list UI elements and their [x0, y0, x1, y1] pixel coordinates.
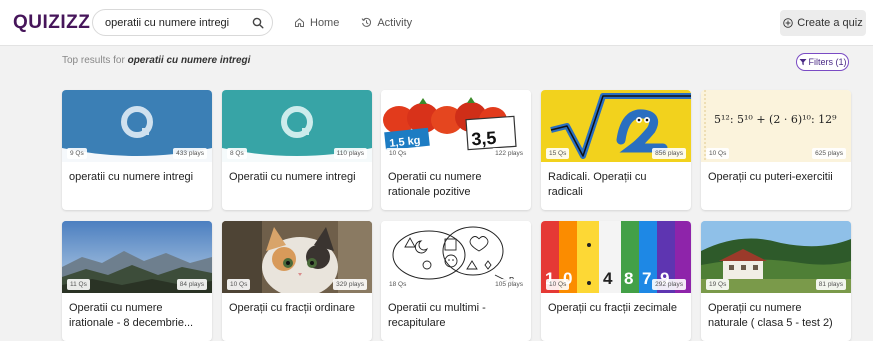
formula-text: 5¹²: 5¹⁰ + (2 · 6)¹⁰: 12⁹	[714, 113, 837, 126]
search-input[interactable]: operatii cu numere intregi	[105, 17, 244, 29]
history-icon	[361, 17, 372, 27]
results-prefix: Top results for	[62, 55, 128, 66]
quiz-title[interactable]: Operații cu numere naturale ( clasa 5 - …	[701, 293, 851, 341]
quiz-card[interactable]: B 18 Qs 105 plays Operatii cu multimi - …	[381, 221, 531, 341]
top-bar: QUIZIZZ operatii cu numere intregi Home …	[0, 0, 873, 46]
search-box[interactable]: operatii cu numere intregi	[92, 9, 273, 36]
quiz-thumbnail: 5¹²: 5¹⁰ + (2 · 6)¹⁰: 12⁹ 10 Qs 625 play…	[701, 90, 851, 162]
results-query: operatii cu numere intregi	[127, 55, 251, 66]
results-heading: Top results for operatii cu numere intre…	[62, 55, 250, 66]
question-count-badge: 15 Qs	[546, 148, 570, 159]
plays-badge: 625 plays	[812, 148, 846, 159]
quiz-title[interactable]: Operatii cu numere intregi	[222, 162, 372, 210]
digit: 8	[624, 269, 633, 288]
question-count-badge: 11 Qs	[67, 279, 90, 290]
plays-badge: 292 plays	[652, 279, 686, 290]
question-count-badge: 10 Qs	[386, 148, 410, 159]
quiz-card[interactable]: 5¹²: 5¹⁰ + (2 · 6)¹⁰: 12⁹ 10 Qs 625 play…	[701, 90, 851, 210]
question-count-badge: 10 Qs	[227, 279, 251, 290]
quiz-card[interactable]: 1,5 kg 3,5 10 Qs 122 plays Operatii cu n…	[381, 90, 531, 210]
svg-text:3,5: 3,5	[471, 128, 497, 150]
quiz-thumbnail: 15 Qs 856 plays	[541, 90, 691, 162]
quiz-title[interactable]: Operatii cu numere rationale pozitive	[381, 162, 531, 210]
question-count-badge: 10 Qs	[706, 148, 730, 159]
quiz-card[interactable]: 19 Qs 81 plays Operații cu numere natura…	[701, 221, 851, 341]
plays-badge: 84 plays	[176, 279, 207, 290]
quiz-title[interactable]: Operatii cu multimi - recapitulare	[381, 293, 531, 341]
quiz-thumbnail: 19 Qs 81 plays	[701, 221, 851, 293]
quiz-card[interactable]: 9 Qs 433 plays operatii cu numere intreg…	[62, 90, 212, 210]
filter-icon	[799, 59, 806, 66]
quiz-card[interactable]: 1 0 4 8 7 9 10 Qs 292 plays Operații cu …	[541, 221, 691, 341]
nav-activity-label: Activity	[377, 16, 413, 29]
quiz-card[interactable]: 10 Qs 329 plays Operații cu fracții ordi…	[222, 221, 372, 341]
home-icon	[295, 18, 304, 27]
create-quiz-button[interactable]: Create a quiz	[780, 10, 866, 36]
plus-circle-icon	[783, 18, 794, 28]
plays-badge: 105 plays	[492, 279, 526, 290]
question-count-badge: 8 Qs	[227, 148, 247, 159]
quiz-title[interactable]: Operații cu puteri-exercitii	[701, 162, 851, 210]
quiz-thumbnail: 1,5 kg 3,5 10 Qs 122 plays	[381, 90, 531, 162]
plays-badge: 856 plays	[652, 148, 686, 159]
plays-badge: 122 plays	[492, 148, 526, 159]
quiz-title[interactable]: Operații cu fracții ordinare	[222, 293, 372, 341]
quiz-title[interactable]: Operatii cu numere irationale - 8 decemb…	[62, 293, 212, 341]
create-quiz-label: Create a quiz	[797, 17, 863, 29]
quiz-thumbnail: 10 Qs 329 plays	[222, 221, 372, 293]
quiz-thumbnail: B 18 Qs 105 plays	[381, 221, 531, 293]
quiz-thumbnail: 1 0 4 8 7 9 10 Qs 292 plays	[541, 221, 691, 293]
quiz-title[interactable]: operatii cu numere intregi	[62, 162, 212, 210]
filters-button[interactable]: Filters (1)	[796, 53, 849, 71]
quiz-thumbnail: 9 Qs 433 plays	[62, 90, 212, 162]
plays-badge: 329 plays	[333, 279, 367, 290]
nav-activity[interactable]: Activity	[361, 9, 412, 37]
plays-badge: 81 plays	[815, 279, 846, 290]
nav-home[interactable]: Home	[294, 9, 339, 37]
question-count-badge: 10 Qs	[546, 279, 570, 290]
digit: 7	[642, 269, 651, 288]
quiz-title[interactable]: Operații cu fracții zecimale	[541, 293, 691, 341]
digit: 4	[603, 269, 613, 288]
question-count-badge: 18 Qs	[386, 279, 410, 290]
quiz-card[interactable]: 8 Qs 110 plays Operatii cu numere intreg…	[222, 90, 372, 210]
quiz-title[interactable]: Radicali. Operații cu radicali	[541, 162, 691, 210]
quizizz-logo[interactable]: QUIZIZZ	[13, 12, 90, 34]
search-icon[interactable]	[244, 9, 272, 36]
quiz-thumbnail: 8 Qs 110 plays	[222, 90, 372, 162]
quiz-card[interactable]: 15 Qs 856 plays Radicali. Operații cu ra…	[541, 90, 691, 210]
plays-badge: 433 plays	[173, 148, 207, 159]
question-count-badge: 19 Qs	[706, 279, 730, 290]
plays-badge: 110 plays	[333, 148, 367, 159]
filters-label: Filters (1)	[808, 57, 847, 67]
quiz-card[interactable]: 11 Qs 84 plays Operatii cu numere iratio…	[62, 221, 212, 341]
question-count-badge: 9 Qs	[67, 148, 87, 159]
quiz-thumbnail: 11 Qs 84 plays	[62, 221, 212, 293]
nav-home-label: Home	[310, 16, 340, 29]
